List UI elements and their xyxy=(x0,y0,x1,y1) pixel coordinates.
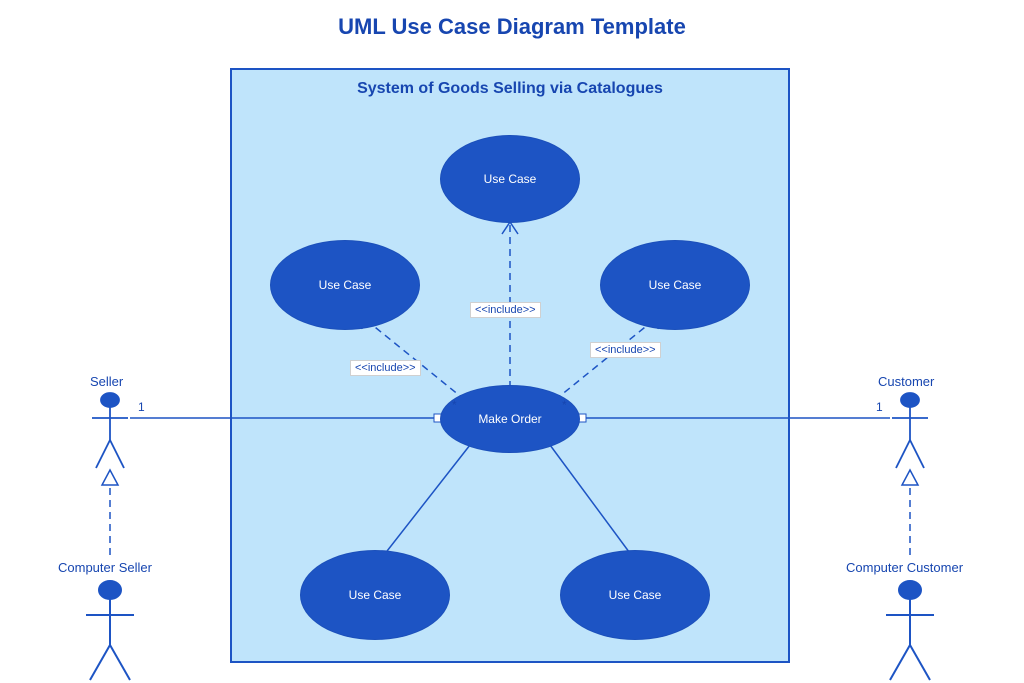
diagram-stage: UML Use Case Diagram Template System of … xyxy=(0,0,1024,683)
actor-computer-seller-label: Computer Seller xyxy=(58,560,152,575)
multiplicity-seller: 1 xyxy=(138,400,145,414)
actor-computer-customer-icon xyxy=(886,581,934,680)
actor-customer-icon xyxy=(892,393,928,468)
usecase-label: Make Order xyxy=(478,412,541,426)
include-label-right: <<include>> xyxy=(590,342,661,358)
multiplicity-customer: 1 xyxy=(876,400,883,414)
system-title: System of Goods Selling via Catalogues xyxy=(232,70,788,98)
usecase-top: Use Case xyxy=(440,135,580,223)
usecase-label: Use Case xyxy=(319,278,372,292)
usecase-label: Use Case xyxy=(484,172,537,186)
usecase-label: Use Case xyxy=(609,588,662,602)
include-label-top: <<include>> xyxy=(470,302,541,318)
usecase-make-order: Make Order xyxy=(440,385,580,453)
actor-seller-icon xyxy=(92,393,128,468)
actor-computer-customer-label: Computer Customer xyxy=(846,560,963,575)
actor-computer-seller-icon xyxy=(86,581,134,680)
actor-customer-label: Customer xyxy=(878,374,934,389)
usecase-label: Use Case xyxy=(349,588,402,602)
multiplicity-center-right: * xyxy=(562,398,567,412)
include-label-left: <<include>> xyxy=(350,360,421,376)
usecase-bottom-right: Use Case xyxy=(560,550,710,640)
arrow-icon xyxy=(102,470,118,485)
actor-seller-label: Seller xyxy=(90,374,123,389)
multiplicity-center-left: * xyxy=(452,398,457,412)
usecase-left: Use Case xyxy=(270,240,420,330)
usecase-bottom-left: Use Case xyxy=(300,550,450,640)
diagram-title: UML Use Case Diagram Template xyxy=(0,14,1024,40)
usecase-label: Use Case xyxy=(649,278,702,292)
arrow-icon xyxy=(902,470,918,485)
usecase-right: Use Case xyxy=(600,240,750,330)
